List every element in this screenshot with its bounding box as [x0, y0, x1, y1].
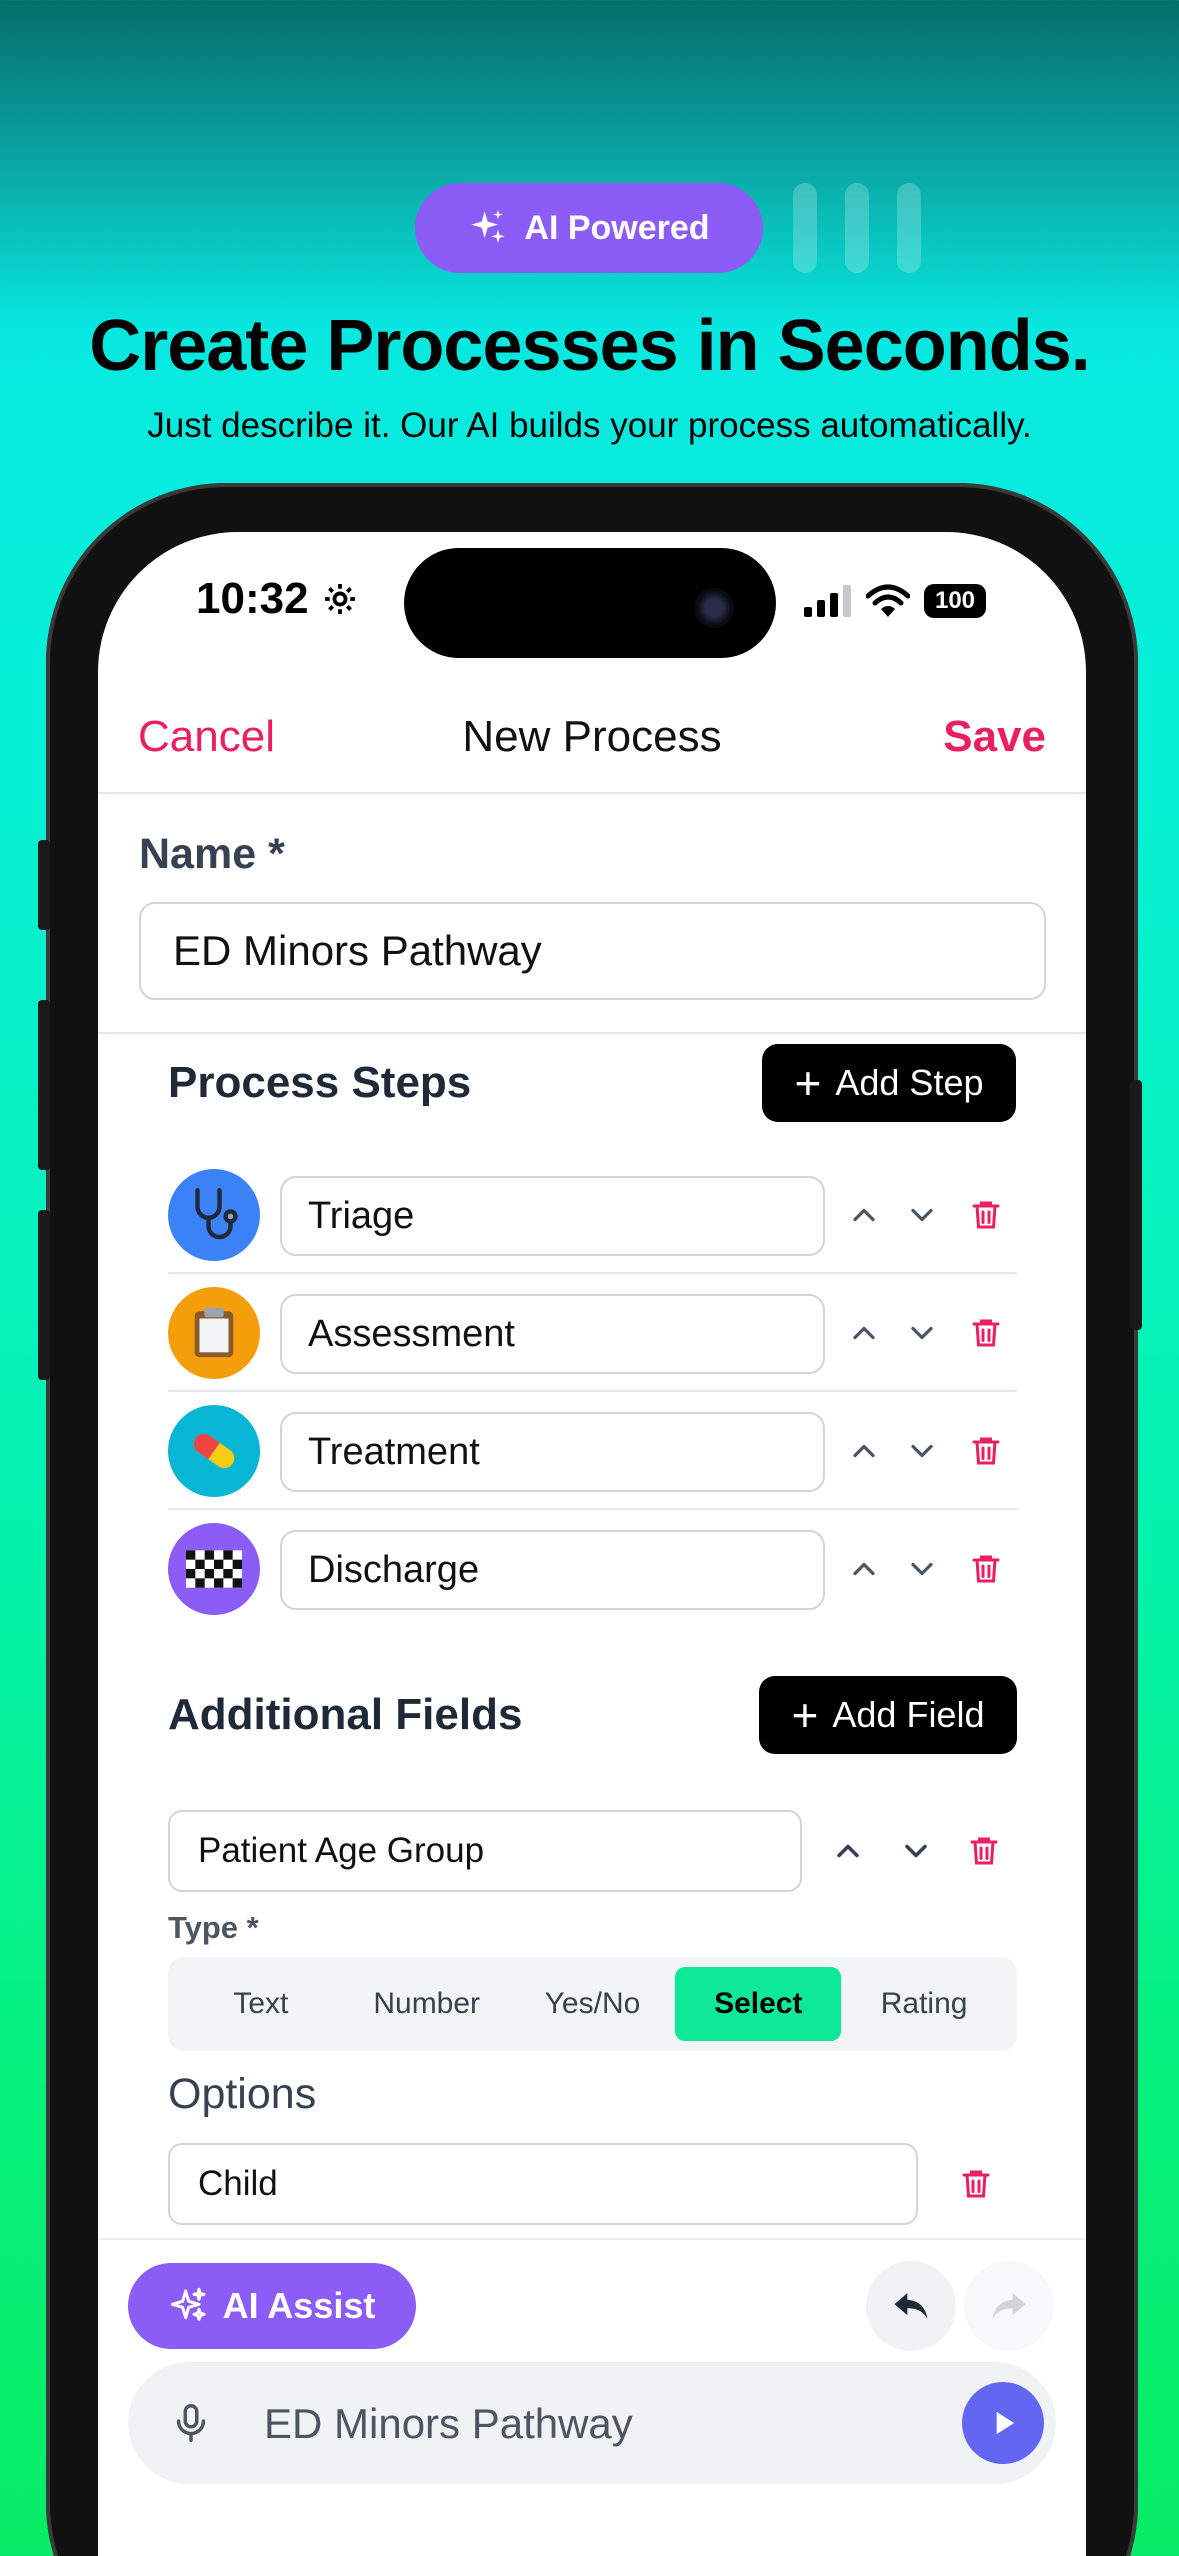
bar: [793, 183, 817, 273]
decorative-bars: [793, 183, 921, 273]
ai-assist-button[interactable]: AI Assist: [128, 2263, 416, 2349]
plus-icon: +: [794, 1057, 822, 1109]
trash-icon[interactable]: [964, 1311, 1008, 1355]
type-segmented-control: Text Number Yes/No Select Rating: [168, 1957, 1017, 2051]
field-name-input[interactable]: Patient Age Group: [168, 1810, 802, 1892]
time-text: 10:32: [196, 574, 309, 623]
undo-button[interactable]: [866, 2261, 956, 2351]
camera-icon: [694, 588, 734, 628]
cancel-button[interactable]: Cancel: [138, 712, 275, 762]
chevron-up-icon[interactable]: [842, 1429, 886, 1473]
chevron-down-icon[interactable]: [900, 1429, 944, 1473]
trash-icon[interactable]: [954, 2162, 998, 2206]
add-field-button[interactable]: + Add Field: [759, 1676, 1017, 1754]
headline: Create Processes in Seconds.: [89, 306, 1091, 386]
chevron-up-icon[interactable]: [826, 1829, 870, 1873]
trash-icon[interactable]: [964, 1193, 1008, 1237]
type-option-rating[interactable]: Rating: [841, 1967, 1007, 2041]
type-label: Type *: [168, 1910, 259, 1945]
side-button: [38, 840, 50, 930]
chat-input-text: ED Minors Pathway: [264, 2400, 633, 2447]
battery-indicator: 100: [924, 584, 986, 618]
add-field-label: Add Field: [832, 1694, 985, 1735]
type-option-yes-no[interactable]: Yes/No: [510, 1967, 676, 2041]
add-step-button[interactable]: + Add Step: [762, 1044, 1016, 1122]
ai-powered-badge: AI Powered: [415, 183, 763, 273]
step-name-input[interactable]: Triage: [280, 1176, 825, 1256]
type-option-text[interactable]: Text: [178, 1967, 344, 2041]
subline: Just describe it. Our AI builds your pro…: [147, 406, 1032, 445]
bar: [897, 183, 921, 273]
step-row: Discharge: [168, 1510, 1017, 1628]
step-row: Assessment: [168, 1274, 1017, 1392]
checkered-flag-icon: [168, 1523, 260, 1615]
options-title: Options: [168, 2070, 317, 2118]
option-input[interactable]: Child: [168, 2143, 918, 2225]
status-time: 10:32: [196, 574, 359, 624]
redo-icon: [992, 2293, 1026, 2319]
step-name-input[interactable]: Treatment: [280, 1412, 825, 1492]
step-name-input[interactable]: Assessment: [280, 1294, 825, 1374]
chevron-down-icon[interactable]: [894, 1829, 938, 1873]
side-button: [38, 1210, 50, 1380]
redo-button[interactable]: [964, 2261, 1054, 2351]
badge-label: AI Powered: [524, 208, 710, 247]
type-option-select[interactable]: Select: [675, 1967, 842, 2041]
additional-fields-title: Additional Fields: [168, 1690, 523, 1739]
pill-icon: [168, 1405, 260, 1497]
chevron-down-icon[interactable]: [900, 1547, 944, 1591]
chevron-up-icon[interactable]: [842, 1547, 886, 1591]
sparkles-icon: [471, 209, 506, 243]
plus-icon: +: [791, 1689, 819, 1741]
process-steps-title: Process Steps: [168, 1058, 472, 1107]
signal-icon: [804, 585, 851, 617]
gear-icon: [324, 583, 355, 615]
trash-icon[interactable]: [962, 1829, 1006, 1873]
trash-icon[interactable]: [964, 1547, 1008, 1591]
step-row: Triage: [168, 1156, 1017, 1274]
undo-icon: [894, 2293, 928, 2319]
play-icon: [996, 2411, 1015, 2435]
status-icons: 100: [804, 584, 986, 618]
chevron-up-icon[interactable]: [842, 1193, 886, 1237]
ai-assist-label: AI Assist: [222, 2285, 376, 2326]
name-label: Name *: [139, 830, 285, 878]
trash-icon[interactable]: [964, 1429, 1008, 1473]
nav-bar: New Process Cancel Save: [98, 678, 1086, 794]
stethoscope-icon: [168, 1169, 260, 1261]
side-button: [1130, 1080, 1142, 1330]
type-option-number[interactable]: Number: [344, 1967, 510, 2041]
chevron-up-icon[interactable]: [842, 1311, 886, 1355]
chevron-down-icon[interactable]: [900, 1311, 944, 1355]
bar: [845, 183, 869, 273]
side-button: [38, 1000, 50, 1170]
sparkles-icon: [170, 2287, 206, 2321]
send-button[interactable]: [962, 2382, 1044, 2464]
save-button[interactable]: Save: [943, 712, 1046, 762]
chevron-down-icon[interactable]: [900, 1193, 944, 1237]
name-input[interactable]: ED Minors Pathway: [139, 902, 1046, 1000]
add-step-label: Add Step: [835, 1062, 984, 1103]
step-name-input[interactable]: Discharge: [280, 1530, 825, 1610]
microphone-icon[interactable]: [168, 2400, 214, 2446]
chat-input[interactable]: ED Minors Pathway: [128, 2362, 1056, 2484]
wifi-icon: [866, 584, 910, 617]
step-row: Treatment: [168, 1392, 1017, 1510]
clipboard-icon: [168, 1287, 260, 1379]
